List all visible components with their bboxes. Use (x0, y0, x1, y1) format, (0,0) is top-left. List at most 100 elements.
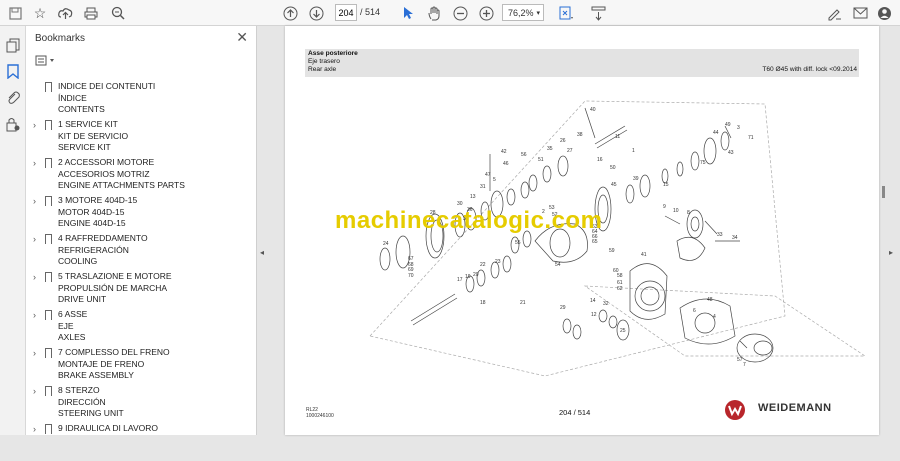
bookmark-item[interactable]: › 4 RAFFREDDAMENTO REFRIGERACIÓN COOLING (26, 233, 250, 271)
zoom-in-icon[interactable] (476, 3, 496, 23)
bookmark-label-line: INDICE DEI CONTENUTI (58, 81, 156, 91)
bookmark-item[interactable]: INDICE DEI CONTENUTI ÍNDICE CONTENTS (26, 81, 250, 119)
security-icon[interactable] (6, 117, 20, 137)
page-number-input[interactable]: 204 (335, 4, 357, 21)
bookmark-label-line: 5 TRASLAZIONE E MOTORE (58, 271, 172, 281)
callout: 62 (617, 286, 623, 292)
scroll-mode-icon[interactable] (588, 3, 608, 23)
chevron-right-icon[interactable]: › (33, 348, 36, 358)
fit-page-icon[interactable] (556, 3, 576, 23)
callout: 40 (590, 107, 596, 113)
callout: 3 (737, 125, 740, 131)
bookmark-label-line: 4 RAFFREDDAMENTO (58, 233, 148, 243)
upload-icon[interactable] (55, 3, 75, 23)
bookmark-label-line: MONTAJE DE FRENO (58, 358, 145, 369)
star-icon[interactable]: ☆ (30, 3, 50, 23)
callout: 55 (515, 240, 521, 246)
bookmark-item[interactable]: › 8 STERZO DIRECCIÓN STEERING UNIT (26, 385, 250, 423)
bookmark-label-line: ÍNDICE (58, 92, 87, 103)
zoom-out-icon[interactable] (450, 3, 470, 23)
close-icon[interactable]: ✕ (236, 29, 248, 46)
callout: 14 (590, 298, 596, 304)
bookmark-flag-icon (45, 196, 52, 206)
bookmark-label-line: REFRIGERACIÓN (58, 244, 129, 255)
bookmark-label: 2 ACCESSORI MOTORE ACCESORIOS MOTRIZ ENGIN… (58, 157, 185, 192)
bookmarks-panel: Bookmarks ✕ ▲ INDICE DEI CONTENUTIÍNDICE… (26, 26, 279, 435)
callout: 19 (465, 274, 471, 280)
zoom-level-select[interactable]: 76,2% ▾ (502, 4, 544, 21)
page-down-icon[interactable] (306, 3, 326, 23)
bookmark-item[interactable]: › 3 MOTORE 404D-15 MOTOR 404D-15 ENGINE 404… (26, 195, 250, 233)
collapse-right-icon[interactable]: ▸ (889, 248, 893, 257)
bookmark-flag-icon (45, 82, 52, 92)
footer-code-2: 1000246100 (306, 413, 334, 419)
bookmark-item[interactable]: › 2 ACCESSORI MOTORE ACCESORIOS MOTRIZ ENGI… (26, 157, 250, 195)
hand-icon[interactable] (424, 3, 444, 23)
bookmark-item[interactable]: › 1 SERVICE KIT KIT DE SERVICIO SERVICE KIT (26, 119, 250, 157)
callout: 42 (501, 149, 507, 155)
callout: 38 (577, 132, 583, 138)
attachment-icon[interactable] (6, 90, 20, 110)
bookmark-label: 4 RAFFREDDAMENTO REFRIGERACIÓN COOLING (58, 233, 148, 268)
callout: 1 (632, 148, 635, 154)
save-icon[interactable] (5, 3, 25, 23)
bookmark-item[interactable]: › 9 IDRAULICA DI LAVORO (26, 423, 250, 461)
bookmark-label-line: 2 ACCESSORI MOTORE (58, 157, 155, 167)
viewer-scrollbar[interactable] (882, 186, 885, 198)
chevron-right-icon[interactable]: › (33, 196, 36, 206)
bookmark-label: 7 COMPLESSO DEL FRENO MONTAJE DE FRENO BRA… (58, 347, 170, 382)
zoom-out-search-icon[interactable] (108, 3, 128, 23)
callout: 25 (620, 328, 626, 334)
callout: 44 (713, 130, 719, 136)
callout: 31 (480, 184, 486, 190)
bookmark-label-line: SERVICE KIT (58, 142, 111, 153)
weidemann-logo-icon (725, 400, 745, 420)
bookmark-label-line: 9 IDRAULICA DI LAVORO (58, 423, 158, 433)
callout: 41 (641, 252, 647, 258)
bookmark-icon[interactable] (7, 64, 19, 84)
page-up-icon[interactable] (280, 3, 300, 23)
callout: 22 (480, 262, 486, 268)
callout: 54 (555, 262, 561, 268)
chevron-right-icon[interactable]: › (33, 424, 36, 434)
bookmark-label-line: BRAKE ASSEMBLY (58, 370, 134, 381)
bookmarks-panel-title: Bookmarks (35, 33, 86, 44)
callout: 50 (610, 165, 616, 171)
bookmark-label: 8 STERZO DIRECCIÓN STEERING UNIT (58, 385, 124, 420)
callout: 26 (560, 138, 566, 144)
part-callouts: 40 42 47 46 11 38 44 43 49 3 71 75 15 50… (383, 107, 754, 368)
pointer-icon[interactable] (398, 3, 418, 23)
bookmark-item[interactable]: › 6 ASSE EJE AXLES (26, 309, 250, 347)
chevron-right-icon[interactable]: › (33, 234, 36, 244)
bookmark-label-line: PROPULSIÓN DE MARCHA (58, 282, 168, 293)
callout: 57 (737, 357, 743, 363)
bookmark-label-line: 7 COMPLESSO DEL FRENO (58, 347, 170, 357)
chevron-right-icon[interactable]: › (33, 120, 36, 130)
chevron-right-icon[interactable]: › (33, 272, 36, 282)
callout: 15 (663, 182, 669, 188)
callout: 33 (717, 232, 723, 238)
pages-icon[interactable] (6, 38, 20, 58)
chevron-right-icon[interactable]: › (33, 386, 36, 396)
chevron-right-icon[interactable]: › (33, 310, 36, 320)
bookmark-label: 1 SERVICE KIT KIT DE SERVICIO SERVICE KIT (58, 119, 128, 154)
collapse-left-icon[interactable]: ◂ (260, 248, 264, 257)
bookmark-item[interactable]: › 5 TRASLAZIONE E MOTORE PROPULSIÓN DE MAR… (26, 271, 250, 309)
bookmark-label-line: CONTENTS (58, 104, 105, 115)
chevron-right-icon[interactable]: › (33, 158, 36, 168)
callout: 6 (693, 308, 696, 314)
bookmark-options-button[interactable] (35, 55, 57, 69)
callout: 65 (592, 239, 598, 245)
bookmark-label-line: DRIVE UNIT (58, 294, 107, 305)
callout: 13 (470, 194, 476, 200)
callout: 59 (609, 248, 615, 254)
callout: 51 (538, 157, 544, 163)
callout: 58 (617, 273, 623, 279)
mail-icon[interactable] (850, 3, 870, 23)
bookmark-label-line: EJE (58, 320, 74, 331)
bookmark-item[interactable]: › 7 COMPLESSO DEL FRENO MONTAJE DE FRENO BR… (26, 347, 250, 385)
account-icon[interactable] (874, 3, 894, 23)
sign-icon[interactable] (824, 3, 844, 23)
bookmark-label-line: ACCESORIOS MOTRIZ (58, 168, 150, 179)
print-icon[interactable] (81, 3, 101, 23)
